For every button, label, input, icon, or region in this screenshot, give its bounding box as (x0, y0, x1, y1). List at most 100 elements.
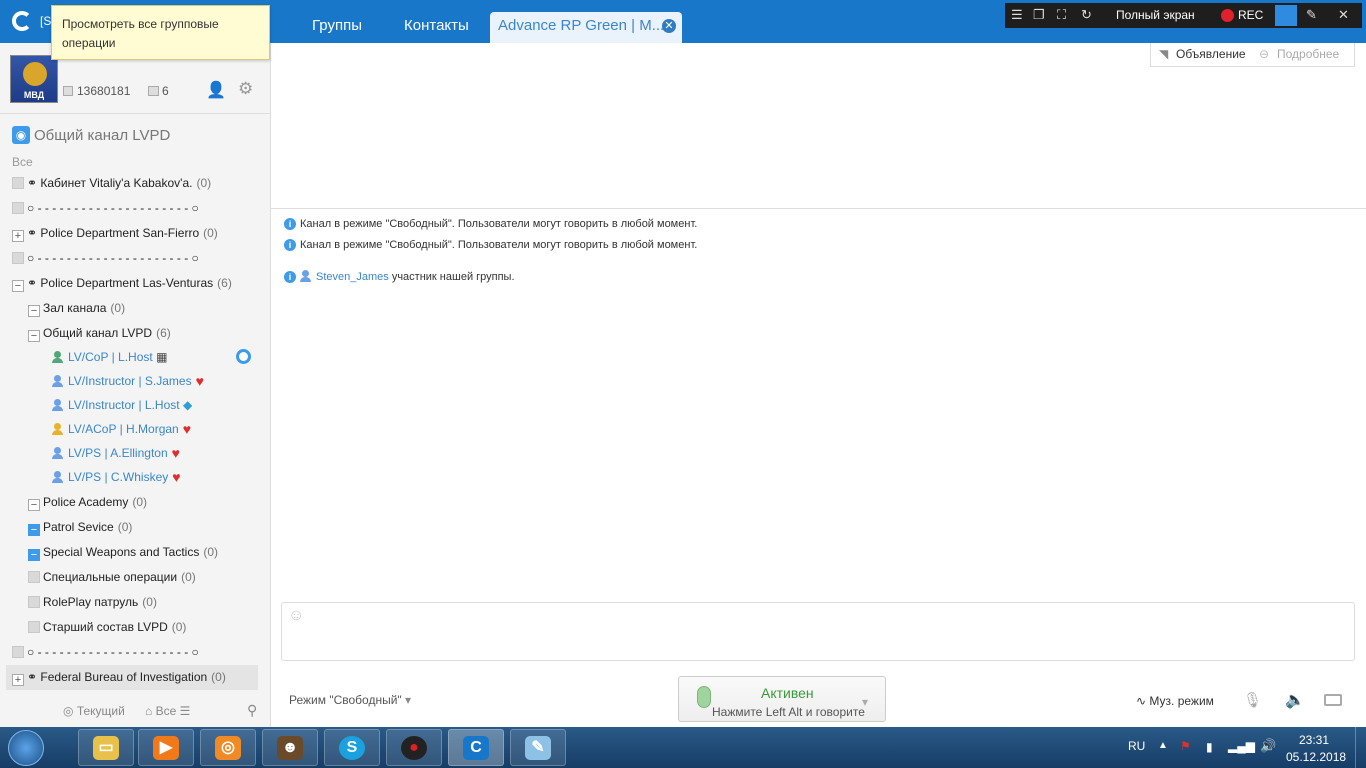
signal-icon[interactable]: ▂▄▆ (1228, 739, 1255, 753)
region-icon[interactable]: ⛶ (1057, 7, 1066, 23)
taskbar-app[interactable]: C (448, 729, 504, 766)
collapse-icon[interactable]: − (28, 524, 40, 536)
webcam-icon[interactable] (1275, 5, 1297, 26)
user-item[interactable]: LV/Instructor | L.Host ◆ (52, 393, 192, 417)
tree-item[interactable]: − Police Academy (0) (0, 490, 271, 515)
user-item[interactable]: LV/PS | A.Ellington ♥ (52, 441, 180, 465)
tree-item[interactable]: − Patrol Sevice (0) (0, 515, 271, 540)
collapse-icon[interactable]: − (28, 330, 40, 342)
close-icon[interactable]: ✕ (662, 19, 676, 33)
tab-channel[interactable]: Advance RP Green | M... ✕ (490, 12, 682, 43)
mode-label: Режим "Свободный" (289, 693, 402, 707)
tree-label: Special Weapons and Tactics (43, 545, 200, 559)
media-player-icon: ▶ (153, 736, 179, 760)
show-desktop-button[interactable] (1355, 727, 1366, 768)
user-item[interactable]: LV/Instructor | S.James ♥ (52, 369, 204, 393)
battery-icon[interactable]: ▮ (1206, 740, 1213, 754)
tree-item[interactable]: Старший состав LVPD (0) (0, 615, 271, 640)
tab-contacts-label: Контакты (404, 17, 469, 34)
chat-message: i Канал в режиме "Свободный". Пользовател… (284, 239, 697, 251)
taskbar-app[interactable]: ▶ (138, 729, 194, 766)
taskbar-app[interactable]: ☻ (262, 729, 318, 766)
tree-item[interactable]: − Зал канала (0) (0, 296, 271, 321)
search-icon[interactable]: ⚲ (247, 702, 257, 719)
collapse-icon[interactable]: − (28, 499, 40, 511)
clock-date[interactable]: 05.12.2018 (1286, 750, 1346, 764)
more-link[interactable]: Подробнее (1277, 43, 1339, 65)
microphone-icon[interactable]: 🎙 (1243, 691, 1262, 709)
tree-item[interactable]: ○ - - - - - - - - - - - - - - - - - - - … (0, 640, 271, 665)
pen-icon[interactable]: ✎ (1306, 7, 1317, 23)
taskbar-app[interactable]: ◎ (200, 729, 256, 766)
current-filter[interactable]: ◎ Текущий (63, 704, 125, 718)
location-icon[interactable] (236, 349, 251, 364)
megaphone-icon: ◥ (1159, 47, 1169, 61)
tree-label: Зал канала (43, 301, 107, 315)
close-recorder-icon[interactable]: ✕ (1338, 7, 1349, 23)
all-filter[interactable]: ⌂ Все ☰ (145, 704, 190, 718)
expand-icon[interactable]: + (12, 230, 24, 242)
message-user-link[interactable]: Steven_James (316, 271, 389, 283)
speaker-icon[interactable]: 🔈 (1285, 690, 1305, 710)
tree-item[interactable]: − Общий канал LVPD (6) (0, 321, 271, 346)
collapse-icon[interactable]: − (28, 305, 40, 317)
push-to-talk-button[interactable]: Активен Нажмите Left Alt и говорите ▾ (678, 676, 886, 722)
device-icon[interactable] (1324, 694, 1342, 706)
start-icon[interactable] (8, 730, 44, 766)
avatar[interactable]: МВД (10, 55, 58, 103)
taskbar-app[interactable]: S (324, 729, 380, 766)
tree-item[interactable]: RolePlay патруль (0) (0, 590, 271, 615)
clock-time[interactable]: 23:31 (1299, 733, 1329, 747)
collapse-icon[interactable]: − (12, 280, 24, 292)
announcement-link[interactable]: Объявление (1176, 43, 1246, 65)
tree-count: (6) (217, 276, 232, 290)
tree-item[interactable]: − ⚭ Police Department Las-Venturas (6) (0, 271, 271, 296)
tree-item[interactable]: ⚭ Кабинет Vitaliy'a Kabakov'a. (0) (0, 171, 271, 196)
music-mode-label: Муз. режим (1149, 694, 1214, 708)
message-input[interactable]: ☺ (281, 602, 1355, 661)
music-mode-button[interactable]: ∿ Муз. режим (1136, 694, 1214, 708)
tab-groups[interactable]: Группы (302, 12, 372, 43)
taskbar-app[interactable]: ▭ (78, 729, 134, 766)
lock-icon (28, 621, 40, 633)
rec-button[interactable]: REC (1238, 8, 1263, 22)
rotate-icon[interactable]: ↻ (1081, 7, 1092, 23)
volume-icon[interactable]: 🔊 (1260, 738, 1276, 754)
chevron-down-icon[interactable]: ▾ (862, 695, 868, 709)
tree-item[interactable]: − Special Weapons and Tactics (0) (0, 540, 271, 565)
app-logo-icon[interactable] (12, 11, 32, 31)
tree-item[interactable]: + ⚭ Federal Bureau of Investigation (0) (6, 665, 258, 690)
heart-icon: ♥ (172, 469, 181, 485)
taskbar-app[interactable]: ✎ (510, 729, 566, 766)
taskbar-app[interactable]: ● (386, 729, 442, 766)
gear-icon[interactable]: ⚙ (238, 79, 253, 99)
expand-icon[interactable]: + (12, 674, 24, 686)
user-item[interactable]: LV/CoP | L.Host ▦ (52, 345, 167, 369)
avatar-emblem (23, 62, 47, 86)
window-icon[interactable]: ❐ (1033, 7, 1045, 23)
lock-icon (28, 596, 40, 608)
tree-item[interactable]: ○ - - - - - - - - - - - - - - - - - - - … (0, 196, 271, 221)
tree-label: Federal Bureau of Investigation (40, 670, 208, 684)
left-panel: МВД 13680181 6 👤 ⚙ ◉ Общий канал LVPD Вс… (0, 43, 271, 727)
language-indicator[interactable]: RU (1128, 739, 1145, 753)
user-name: LV/Instructor | L.Host (68, 398, 180, 412)
tree-item[interactable]: + ⚭ Police Department San-Fierro (0) (0, 221, 271, 246)
collapse-icon[interactable]: − (28, 549, 40, 561)
emoji-icon[interactable]: ☺ (288, 607, 304, 625)
mode-select[interactable]: Режим "Свободный" ▾ (289, 693, 411, 707)
tab-contacts[interactable]: Контакты (394, 12, 479, 43)
user-icon (52, 399, 63, 411)
user-item[interactable]: LV/PS | C.Whiskey ♥ (52, 465, 181, 489)
tree-item[interactable]: Специальные операции (0) (0, 565, 271, 590)
channel-title: Общий канал LVPD (34, 127, 171, 144)
tooltip: Просмотреть все групповые операции (51, 5, 270, 60)
add-user-icon[interactable]: 👤 (206, 80, 226, 100)
tree-count: (0) (110, 301, 126, 315)
user-item[interactable]: LV/ACoP | H.Morgan ♥ (52, 417, 191, 441)
tray-expand-icon[interactable]: ▲ (1158, 740, 1168, 751)
flag-icon[interactable]: ⚑ (1180, 739, 1191, 753)
tree-item[interactable]: ○ - - - - - - - - - - - - - - - - - - - … (0, 246, 271, 271)
menu-icon[interactable]: ☰ (1011, 7, 1023, 23)
fullscreen-button[interactable]: Полный экран (1116, 8, 1195, 22)
